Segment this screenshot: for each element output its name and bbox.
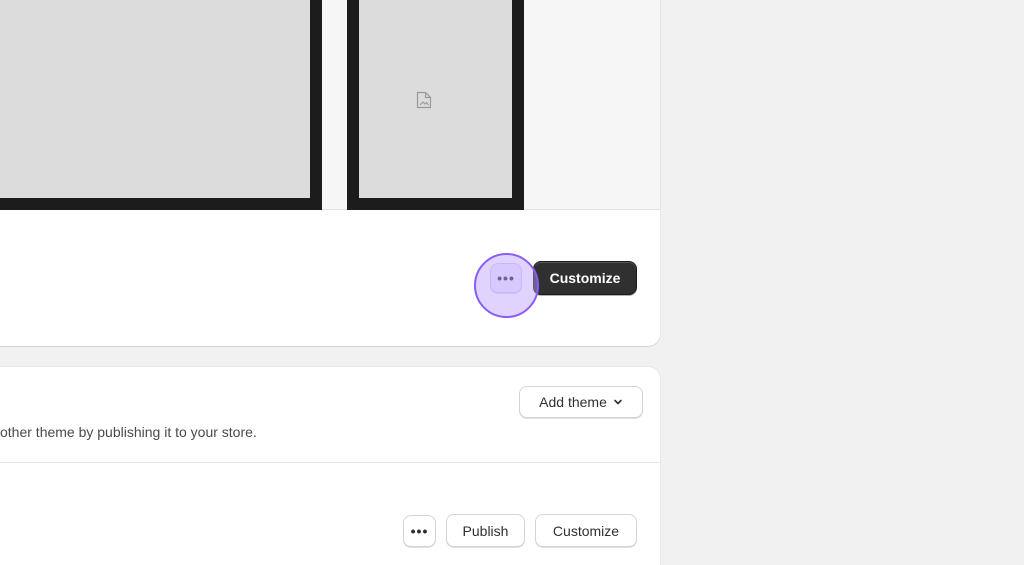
ellipsis-icon: ••• bbox=[497, 270, 515, 286]
publish-button[interactable]: Publish bbox=[446, 514, 525, 547]
theme-library-card: Add theme other theme by publishing it t… bbox=[0, 367, 660, 565]
add-theme-button[interactable]: Add theme bbox=[519, 386, 643, 418]
ellipsis-icon: ••• bbox=[410, 523, 429, 539]
add-theme-label: Add theme bbox=[539, 394, 607, 410]
desktop-preview-frame bbox=[0, 0, 322, 210]
theme-library-description: other theme by publishing it to your sto… bbox=[0, 424, 300, 440]
library-theme-more-button[interactable]: ••• bbox=[403, 515, 436, 547]
theme-preview[interactable] bbox=[0, 0, 660, 210]
customize-button[interactable]: Customize bbox=[533, 261, 637, 295]
theme-library-description-text: other theme by publishing it to your sto… bbox=[0, 424, 257, 440]
theme-actions-more-button[interactable]: ••• bbox=[490, 263, 522, 293]
chevron-down-icon bbox=[614, 399, 622, 405]
divider bbox=[0, 462, 660, 463]
image-placeholder-icon bbox=[416, 91, 432, 109]
library-customize-button[interactable]: Customize bbox=[535, 514, 637, 547]
current-theme-card: ••• Customize bbox=[0, 0, 660, 346]
mobile-preview-frame bbox=[347, 0, 524, 210]
